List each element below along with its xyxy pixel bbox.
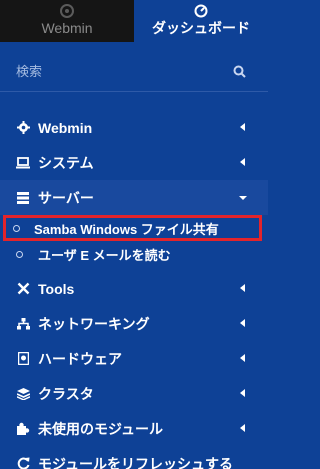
chevron-left-icon bbox=[240, 158, 245, 166]
chevron-left-icon bbox=[240, 319, 245, 327]
tab-dashboard-label: ダッシュボード bbox=[152, 20, 250, 36]
server-icon bbox=[16, 191, 30, 205]
menu-item-cluster-label: クラスタ bbox=[38, 385, 94, 402]
search-icon[interactable] bbox=[233, 65, 246, 78]
chevron-left-icon bbox=[240, 284, 245, 292]
menu-item-tools-label: Tools bbox=[38, 280, 75, 297]
menu-item-unused-modules-label: 未使用のモジュール bbox=[38, 420, 164, 437]
menu-item-cluster[interactable]: クラスタ bbox=[0, 376, 268, 411]
submenu-item-read-mail-label: ユーザ E メールを読む bbox=[38, 247, 171, 263]
webmin-logo-icon bbox=[60, 4, 74, 18]
menu-item-system[interactable]: システム bbox=[0, 145, 268, 180]
menu-item-refresh-modules-label: モジュールをリフレッシュする bbox=[38, 455, 234, 469]
chevron-down-icon bbox=[239, 196, 247, 200]
tab-webmin[interactable]: Webmin bbox=[0, 0, 134, 42]
chevron-left-icon bbox=[240, 123, 245, 131]
menu-item-unused-modules[interactable]: 未使用のモジュール bbox=[0, 411, 268, 446]
menu-item-hardware-label: ハードウェア bbox=[38, 350, 122, 367]
menu-item-servers-label: サーバー bbox=[38, 189, 94, 206]
wrench-icon bbox=[16, 282, 30, 296]
menu-item-networking-label: ネットワーキング bbox=[38, 315, 150, 332]
tab-dashboard[interactable]: ダッシュボード bbox=[134, 0, 268, 42]
menu-item-system-label: システム bbox=[38, 154, 94, 171]
menu-item-refresh-modules[interactable]: モジュールをリフレッシュする bbox=[0, 446, 268, 469]
search-input[interactable] bbox=[0, 52, 268, 91]
layers-icon bbox=[16, 387, 30, 401]
chevron-left-icon bbox=[240, 354, 245, 362]
puzzle-icon bbox=[16, 422, 30, 436]
hard-drive-icon bbox=[16, 352, 30, 366]
tab-webmin-label: Webmin bbox=[41, 20, 93, 36]
menu-item-tools[interactable]: Tools bbox=[0, 271, 268, 306]
refresh-icon bbox=[16, 457, 30, 469]
chevron-left-icon bbox=[240, 389, 245, 397]
network-icon bbox=[16, 317, 30, 331]
sidebar-menu: Webmin システム サーバー Samba Windows ファイル共有 ユー… bbox=[0, 110, 268, 469]
search-box bbox=[0, 52, 268, 92]
menu-item-servers[interactable]: サーバー bbox=[0, 180, 268, 215]
submenu-item-samba-label: Samba Windows ファイル共有 bbox=[34, 221, 219, 237]
bullet-icon bbox=[13, 224, 20, 232]
menu-item-webmin[interactable]: Webmin bbox=[0, 110, 268, 145]
top-tabs: Webmin ダッシュボード bbox=[0, 0, 268, 42]
chevron-left-icon bbox=[240, 424, 245, 432]
dashboard-icon bbox=[194, 4, 208, 18]
menu-item-networking[interactable]: ネットワーキング bbox=[0, 306, 268, 341]
submenu-item-samba[interactable]: Samba Windows ファイル共有 bbox=[3, 215, 262, 241]
bullet-icon bbox=[16, 250, 23, 258]
menu-item-webmin-label: Webmin bbox=[38, 119, 93, 136]
submenu-item-read-mail[interactable]: ユーザ E メールを読む bbox=[0, 241, 268, 267]
menu-item-hardware[interactable]: ハードウェア bbox=[0, 341, 268, 376]
laptop-icon bbox=[16, 156, 30, 170]
gear-icon bbox=[16, 121, 30, 135]
